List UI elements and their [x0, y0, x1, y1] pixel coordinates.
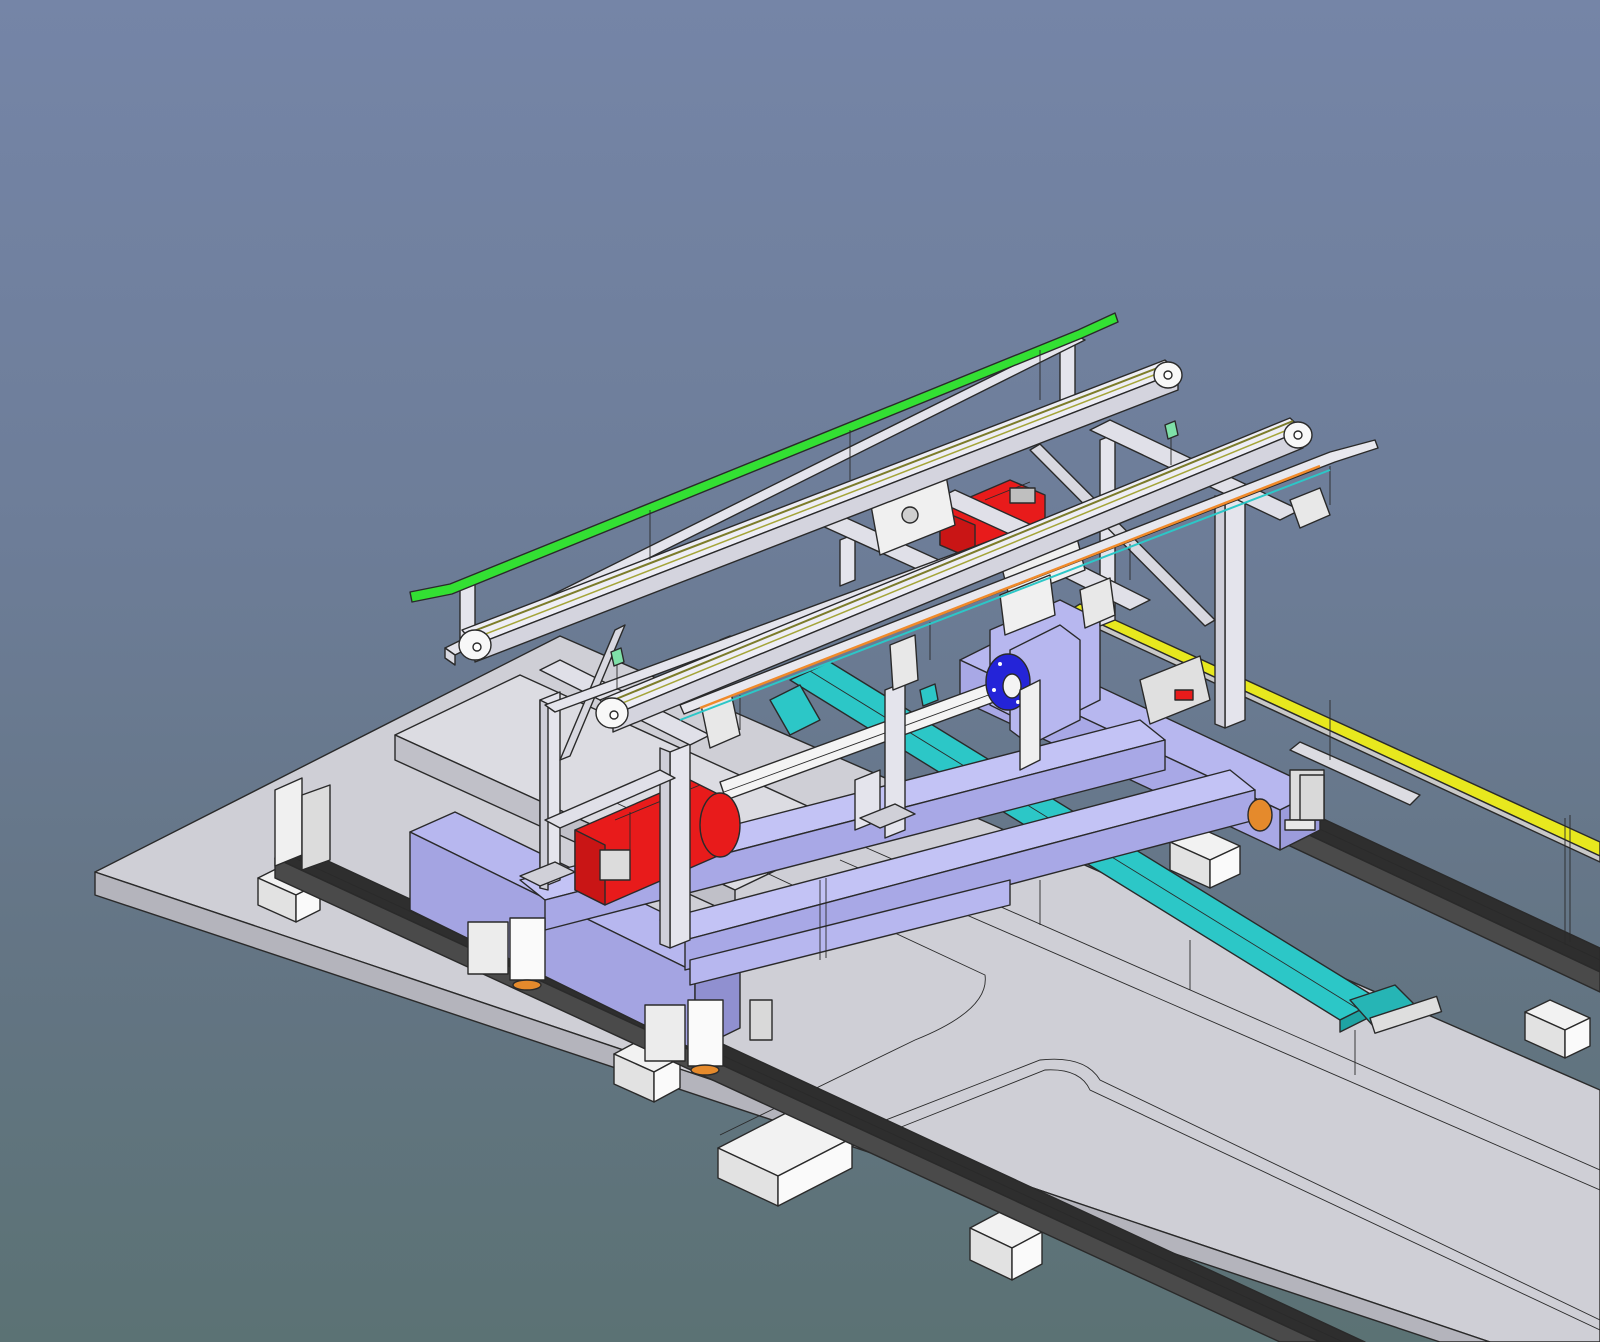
cad-viewport[interactable]	[0, 0, 1600, 1342]
end-stop-bracket[interactable]	[274, 777, 331, 871]
cad-model-view[interactable]	[0, 0, 1600, 1342]
rail-support-block[interactable]	[1524, 999, 1591, 1059]
shaft-bearing[interactable]	[1019, 679, 1041, 771]
